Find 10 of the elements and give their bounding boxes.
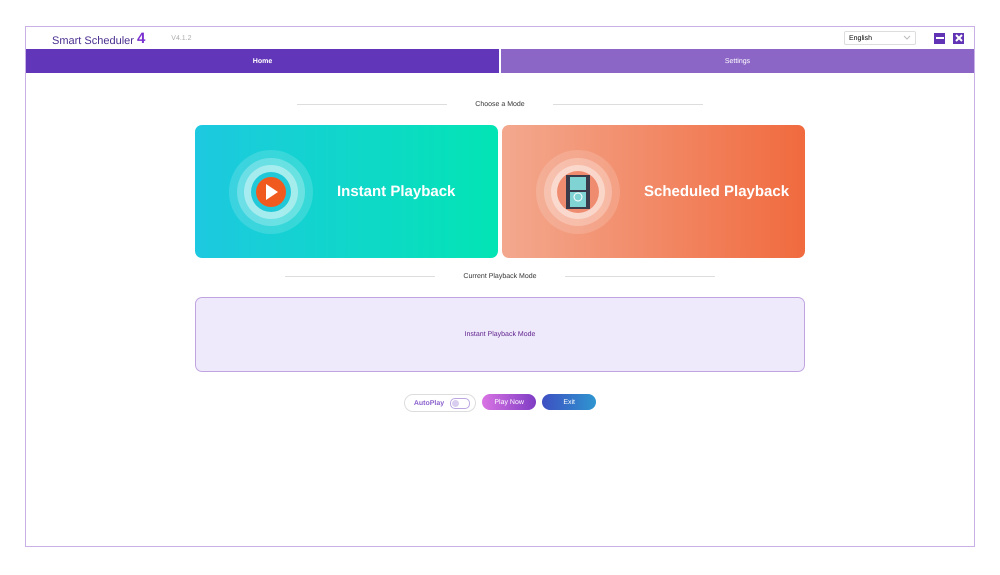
play-icon — [229, 150, 313, 234]
film-icon — [536, 150, 620, 234]
app-logo: Smart Scheduler 4 — [52, 30, 146, 46]
close-icon — [954, 34, 962, 42]
toggle-switch[interactable] — [450, 398, 470, 408]
close-button[interactable] — [953, 32, 964, 44]
minimize-icon — [936, 34, 944, 42]
mode-card[interactable]: Scheduled Playback — [502, 125, 805, 258]
chevron-icon — [903, 35, 911, 41]
minimize-button[interactable] — [934, 32, 945, 44]
